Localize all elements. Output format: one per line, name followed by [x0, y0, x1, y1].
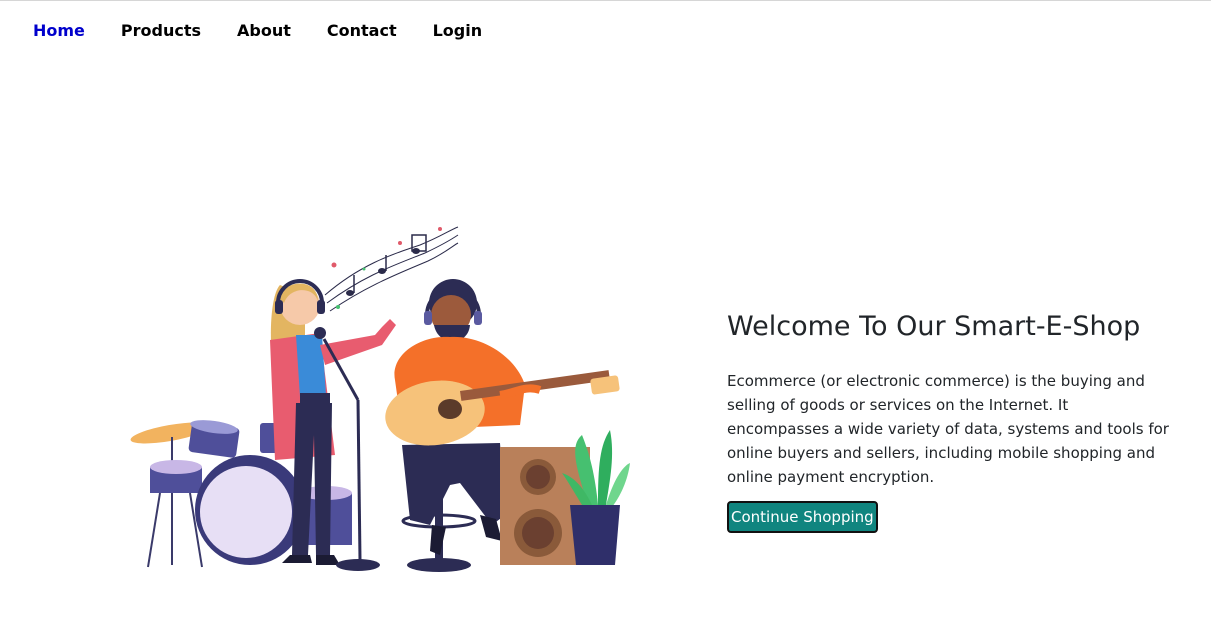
main-nav: Home Products About Contact Login	[33, 18, 518, 42]
top-border	[0, 0, 1211, 1]
nav-link-about[interactable]: About	[237, 21, 291, 40]
hero-title: Welcome To Our Smart-E-Shop	[727, 311, 1141, 342]
band-music-illustration	[120, 215, 630, 580]
nav-link-login[interactable]: Login	[433, 21, 483, 40]
hero-description: Ecommerce (or electronic commerce) is th…	[727, 372, 1169, 486]
hero-section: Welcome To Our Smart-E-Shop Ecommerce (o…	[727, 305, 1177, 533]
nav-link-products[interactable]: Products	[121, 21, 201, 40]
nav-link-contact[interactable]: Contact	[327, 21, 397, 40]
continue-shopping-button[interactable]: Continue Shopping	[727, 501, 878, 533]
nav-link-home[interactable]: Home	[33, 21, 85, 40]
